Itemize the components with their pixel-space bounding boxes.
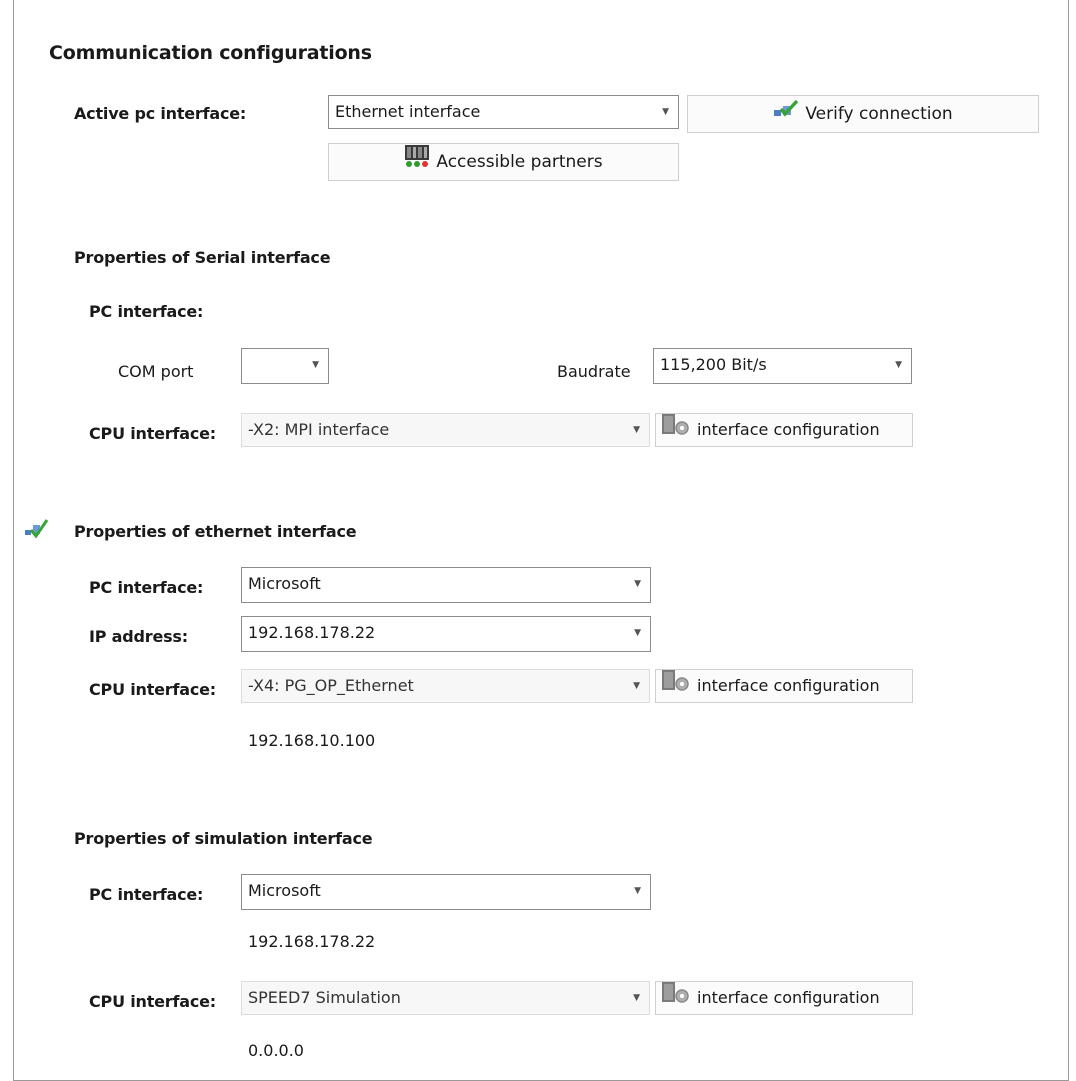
active-interface-value: Ethernet interface (335, 102, 481, 121)
com-port-select[interactable]: ▼ (241, 348, 329, 384)
accessible-partners-icon (404, 144, 430, 181)
ethernet-pc-select[interactable]: Microsoft ▼ (241, 567, 651, 603)
serial-heading: Properties of Serial interface (74, 248, 331, 267)
verify-connection-icon (773, 96, 799, 132)
simulation-pc-select[interactable]: Microsoft ▼ (241, 874, 651, 910)
simulation-interface-config-label: interface configuration (697, 988, 880, 1007)
interface-config-icon (659, 412, 691, 449)
ethernet-cpu-ip: 192.168.10.100 (248, 731, 376, 750)
ethernet-interface-config-button[interactable]: interface configuration (655, 669, 913, 703)
chevron-down-icon: ▼ (895, 360, 902, 370)
simulation-interface-config-button[interactable]: interface configuration (655, 981, 913, 1015)
serial-pc-label: PC interface: (89, 302, 204, 321)
ethernet-heading: Properties of ethernet interface (74, 522, 357, 541)
ethernet-pc-value: Microsoft (248, 574, 321, 593)
chevron-down-icon: ▼ (634, 886, 641, 896)
simulation-heading: Properties of simulation interface (74, 829, 373, 848)
ethernet-pc-label: PC interface: (89, 578, 204, 597)
baudrate-select[interactable]: 115,200 Bit/s ▼ (653, 348, 912, 384)
chevron-down-icon: ▼ (634, 579, 641, 589)
chevron-down-icon: ▼ (312, 360, 319, 370)
serial-interface-config-button[interactable]: interface configuration (655, 413, 913, 447)
simulation-pc-label: PC interface: (89, 885, 204, 904)
baudrate-value: 115,200 Bit/s (660, 355, 767, 374)
active-interface-label: Active pc interface: (74, 104, 247, 123)
accessible-partners-label: Accessible partners (436, 152, 603, 172)
page-title: Communication configurations (49, 42, 372, 64)
ip-address-value: 192.168.178.22 (248, 623, 376, 642)
ip-address-select[interactable]: 192.168.178.22 ▼ (241, 616, 651, 652)
verify-connection-label: Verify connection (805, 104, 953, 124)
chevron-down-icon: ▼ (633, 425, 640, 435)
simulation-cpu-value: SPEED7 Simulation (248, 988, 401, 1007)
ethernet-cpu-label: CPU interface: (89, 680, 216, 699)
active-interface-select[interactable]: Ethernet interface ▼ (328, 95, 679, 129)
ethernet-cpu-value: -X4: PG_OP_Ethernet (248, 676, 414, 695)
serial-cpu-value: -X2: MPI interface (248, 420, 390, 439)
network-active-icon (22, 516, 50, 544)
serial-interface-config-label: interface configuration (697, 420, 880, 439)
ethernet-interface-config-label: interface configuration (697, 676, 880, 695)
baudrate-label: Baudrate (557, 362, 631, 381)
serial-cpu-select[interactable]: -X2: MPI interface ▼ (241, 413, 650, 447)
simulation-cpu-label: CPU interface: (89, 992, 216, 1011)
ethernet-cpu-select[interactable]: -X4: PG_OP_Ethernet ▼ (241, 669, 650, 703)
com-port-label: COM port (118, 362, 194, 381)
chevron-down-icon: ▼ (633, 993, 640, 1003)
accessible-partners-button[interactable]: Accessible partners (328, 143, 679, 181)
chevron-down-icon: ▼ (633, 681, 640, 691)
simulation-cpu-select[interactable]: SPEED7 Simulation ▼ (241, 981, 650, 1015)
simulation-pc-ip: 192.168.178.22 (248, 932, 376, 951)
interface-config-icon (659, 980, 691, 1017)
chevron-down-icon: ▼ (662, 107, 669, 117)
serial-cpu-label: CPU interface: (89, 424, 216, 443)
simulation-cpu-ip: 0.0.0.0 (248, 1041, 304, 1060)
simulation-pc-value: Microsoft (248, 881, 321, 900)
verify-connection-button[interactable]: Verify connection (687, 95, 1039, 133)
chevron-down-icon: ▼ (634, 628, 641, 638)
ip-address-label: IP address: (89, 627, 188, 646)
interface-config-icon (659, 668, 691, 705)
